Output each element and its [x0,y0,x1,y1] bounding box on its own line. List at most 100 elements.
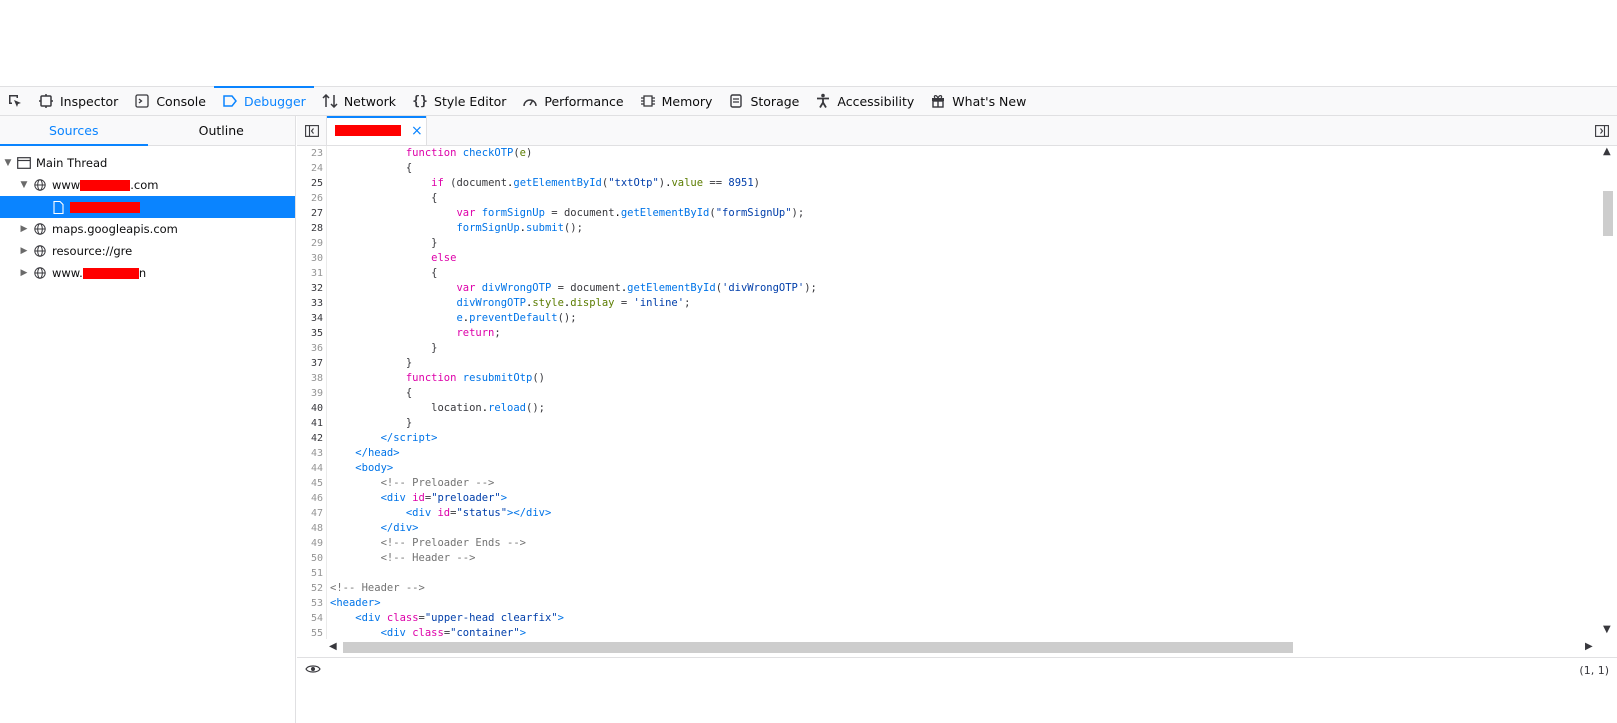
close-icon[interactable]: × [411,123,423,139]
line-number: 54 [310,613,323,624]
globe-icon [32,243,48,259]
tab-console[interactable]: Console [126,87,214,115]
line-number: 45 [310,478,323,489]
file-icon [50,199,66,215]
line-number: 34 [310,313,323,324]
code-line: 35 return; [297,326,1599,341]
code-editor[interactable]: 23 function checkOTP(e) 24 { 25 if (docu… [297,146,1599,639]
editor-tabs-bar: × [297,116,1617,146]
line-number: 28 [310,223,323,234]
tab-network-label: Network [343,93,397,109]
tree-item-file[interactable] [0,196,295,218]
chevron-down-icon[interactable]: ▼ [2,157,14,169]
code-line: 53 <header> [297,596,1599,611]
line-number: 55 [310,628,323,639]
code-line: 39 { [297,386,1599,401]
code-line: 54 <div class="upper-head clearfix"> [297,611,1599,626]
chevron-right-icon[interactable]: ▶ [18,245,30,257]
code-line: 27 var formSignUp = document.getElementB… [297,206,1599,221]
tab-memory[interactable]: Memory [632,87,721,115]
chevron-down-icon[interactable]: ▼ [18,179,30,191]
code-line: 47 <div id="status"></div> [297,506,1599,521]
code-line: 45 <!-- Preloader --> [297,476,1599,491]
line-number: 46 [310,493,323,504]
tab-network[interactable]: Network [314,87,404,115]
line-number: 30 [310,253,323,264]
globe-icon [32,221,48,237]
horizontal-scrollbar[interactable]: ◀ ▶ [327,639,1599,656]
network-icon [322,93,338,109]
element-picker-icon [9,95,21,107]
tab-outline[interactable]: Outline [148,116,296,145]
tab-accessibility[interactable]: Accessibility [807,87,922,115]
scrollbar-thumb[interactable] [1603,191,1613,236]
source-tab[interactable]: × [327,116,427,145]
redaction-box [80,179,131,191]
tab-storage-label: Storage [750,93,800,109]
redaction-box [82,267,139,279]
code-line: 46 <div id="preloader"> [297,491,1599,506]
tab-debugger[interactable]: Debugger [213,86,314,115]
line-number: 25 [310,178,323,189]
code-line: 41 } [297,416,1599,431]
globe-icon [32,265,48,281]
tab-whats-new[interactable]: What's New [922,87,1034,115]
tree-item-label: maps.googleapis.com [52,222,178,236]
line-number: 49 [310,538,323,549]
line-number: 35 [310,328,323,339]
chevron-up-icon[interactable]: ▲ [1603,146,1611,157]
braces-icon: {} [412,93,428,109]
code-line: 26 { [297,191,1599,206]
line-number: 47 [310,508,323,519]
chevron-right-icon[interactable]: ▶ [18,267,30,279]
code-line: 49 <!-- Preloader Ends --> [297,536,1599,551]
chevron-right-icon[interactable]: ▶ [1585,641,1593,652]
chevron-left-icon[interactable]: ◀ [329,641,337,652]
tree-item-label-suffix: .com [130,178,159,192]
tree-item-label-suffix: n [138,266,147,280]
tab-storage[interactable]: Storage [720,87,807,115]
tree-item-maps-googleapis[interactable]: ▶ maps.googleapis.com [0,218,295,240]
sources-tree: ▼ Main Thread ▼ www .com ▶ maps.googleapi… [0,146,295,284]
tab-accessibility-label: Accessibility [837,93,915,109]
debugger-icon [222,93,238,109]
line-number: 36 [310,343,323,354]
tab-inspector-label: Inspector [60,93,119,109]
pretty-print-icon[interactable] [305,663,321,678]
code-line: 52 <!-- Header --> [297,581,1599,596]
tree-item-domain[interactable]: ▼ www .com [0,174,295,196]
line-number: 50 [310,553,323,564]
code-line: 30 else [297,251,1599,266]
line-number: 38 [310,373,323,384]
tab-performance-label: Performance [544,93,624,109]
tree-item-label: resource://gre [52,244,133,258]
tree-item-label-prefix: www [52,178,81,192]
tree-item-resource-gre[interactable]: ▶ resource://gre [0,240,295,262]
tab-performance[interactable]: Performance [514,87,631,115]
line-number: 42 [310,433,323,444]
inspector-icon [38,93,54,109]
tab-style-editor-label: Style Editor [434,93,507,109]
tab-sources[interactable]: Sources [0,116,148,146]
window-icon [16,155,32,171]
scrollbar-thumb[interactable] [343,642,1293,653]
chevron-down-icon[interactable]: ▼ [1603,624,1611,635]
vertical-scrollbar[interactable]: ▲ ▼ [1599,146,1617,639]
tab-style-editor[interactable]: {} Style Editor [404,87,514,115]
line-number: 32 [310,283,323,294]
sources-panel: Sources Outline ▼ Main Thread ▼ www .com … [0,116,296,723]
tree-item-main-thread[interactable]: ▼ Main Thread [0,152,295,174]
code-line: 55 <div class="container"> [297,626,1599,639]
code-line: 44 <body> [297,461,1599,476]
tab-debugger-label: Debugger [243,93,306,109]
tab-inspector[interactable]: Inspector [30,87,126,115]
chevron-right-icon[interactable]: ▶ [18,223,30,235]
code-line: 23 function checkOTP(e) [297,146,1599,161]
toggle-secondary-panes-button[interactable] [1587,116,1617,145]
sidebar-toggle-icon [304,124,319,137]
element-picker-button[interactable] [0,87,30,115]
tree-item-domain-2[interactable]: ▶ www. n [0,262,295,284]
toggle-sources-button[interactable] [297,116,327,145]
line-number: 52 [310,583,323,594]
code-line: 37 } [297,356,1599,371]
